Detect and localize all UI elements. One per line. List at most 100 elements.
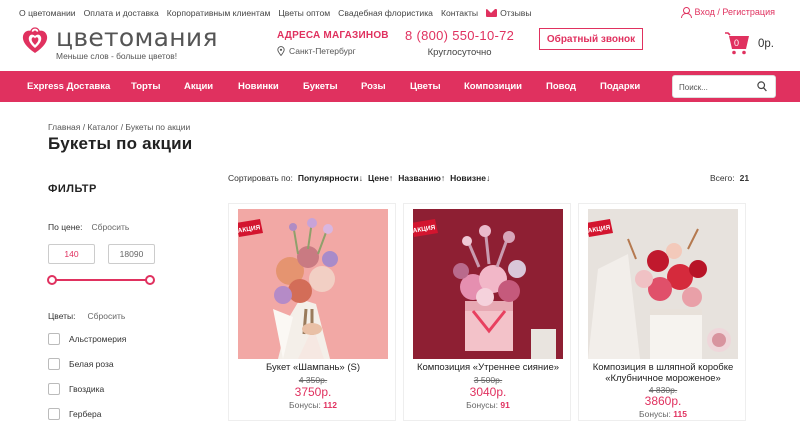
toplink-corporate[interactable]: Корпоративным клиентам (167, 8, 271, 18)
toplink-about[interactable]: О цветомании (19, 8, 76, 18)
bonus-value: 115 (673, 409, 687, 419)
flowers-filter-header: Цветы: Сбросить (48, 311, 125, 321)
location-pin-icon (277, 46, 285, 56)
toplink-wholesale[interactable]: Цветы оптом (278, 8, 330, 18)
store-addresses[interactable]: АДРЕСА МАГАЗИНОВ Санкт-Петербург (277, 30, 389, 56)
logo-rose-icon (22, 27, 48, 53)
price-reset-link[interactable]: Сбросить (91, 222, 129, 232)
logo-name: цветомания (56, 23, 218, 52)
flower-option-label: Альстромерия (69, 334, 127, 344)
sort-name[interactable]: Названию↑ (398, 173, 445, 183)
product-image[interactable]: АКЦИЯ (238, 209, 388, 359)
sale-badge: АКЦИЯ (413, 219, 438, 237)
nav-compositions[interactable]: Композиции (464, 81, 522, 92)
cart-count: 0 (733, 38, 739, 48)
search-box (672, 75, 776, 98)
price-label: По цене: (48, 222, 83, 232)
city-selector[interactable]: Санкт-Петербург (277, 46, 389, 56)
nav-new[interactable]: Новинки (238, 81, 279, 92)
product-bonus: Бонусы: 91 (404, 400, 572, 410)
sort-popularity[interactable]: Популярности↓ (298, 173, 363, 183)
product-image[interactable]: АКЦИЯ (413, 209, 563, 359)
product-card[interactable]: АКЦИЯ Композиция в шляпной коробке «Клуб… (578, 203, 746, 421)
login-link[interactable]: Вход / Регистрация (680, 7, 775, 18)
bonus-value: 91 (500, 400, 510, 410)
nav-express[interactable]: Express Доставка (27, 81, 110, 92)
total-value: 21 (739, 173, 750, 183)
product-name[interactable]: Композиция в шляпной коробке (579, 362, 747, 373)
envelope-icon (486, 9, 498, 17)
product-price: 3040р. (469, 385, 507, 399)
phone-block: 8 (800) 550-10-72 Круглосуточно (405, 28, 514, 58)
cart-sum: 0р. (758, 38, 774, 50)
product-card[interactable]: АКЦИЯ Букет «Шампань» (S) 4 350р. 3750р.… (228, 203, 396, 421)
total-label: Всего: (710, 173, 735, 183)
flowers-reset-link[interactable]: Сбросить (88, 311, 126, 321)
product-bonus: Бонусы: 115 (579, 409, 747, 419)
sale-badge: АКЦИЯ (588, 219, 613, 237)
checkbox[interactable] (48, 358, 60, 370)
sale-badge: АКЦИЯ (238, 219, 263, 237)
total-count: Всего: 21 (710, 173, 749, 183)
logo-slogan: Меньше слов - больше цветов! (56, 51, 178, 61)
toplink-payment[interactable]: Оплата и доставка (84, 8, 159, 18)
search-icon[interactable] (757, 81, 767, 92)
checkbox[interactable] (48, 383, 60, 395)
header: цветомания Меньше слов - больше цветов! … (0, 23, 800, 70)
filter-title: ФИЛЬТР (48, 183, 97, 195)
flower-option[interactable]: Гвоздика (48, 383, 104, 395)
nav-cakes[interactable]: Торты (131, 81, 160, 92)
toplink-reviews[interactable]: Отзывы (486, 8, 532, 18)
cart-button[interactable]: 0 (724, 31, 750, 55)
sort-bar: Сортировать по: Популярности↓ Цене↑ Назв… (228, 173, 490, 183)
flower-option[interactable]: Альстромерия (48, 333, 126, 345)
product-name[interactable]: Букет «Шампань» (S) (229, 362, 397, 373)
checkbox[interactable] (48, 333, 60, 345)
nav-roses[interactable]: Розы (361, 81, 386, 92)
product-image[interactable]: АКЦИЯ (588, 209, 738, 359)
main-nav: Express Доставка Торты Акции Новинки Бук… (0, 71, 800, 102)
breadcrumb[interactable]: Главная / Каталог / Букеты по акции (48, 122, 190, 132)
sort-price[interactable]: Цене↑ (368, 173, 393, 183)
toplink-contacts[interactable]: Контакты (441, 8, 478, 18)
nav-gifts[interactable]: Подарки (600, 81, 640, 92)
callback-button[interactable]: Обратный звонок (539, 28, 643, 50)
nav-occasion[interactable]: Повод (546, 81, 576, 92)
logo[interactable]: цветомания Меньше слов - больше цветов! (20, 23, 218, 61)
price-slider-track[interactable] (52, 279, 150, 281)
sort-newest[interactable]: Новизне↓ (450, 173, 490, 183)
product-name[interactable]: Композиция «Утреннее сияние» (404, 362, 572, 373)
search-input[interactable] (679, 81, 755, 93)
flower-option-label: Белая роза (69, 359, 114, 369)
product-price: 3750р. (294, 385, 332, 399)
flowers-label: Цветы: (48, 311, 76, 321)
price-slider-max-handle[interactable] (145, 275, 155, 285)
flower-option-label: Гвоздика (69, 384, 105, 394)
flower-option[interactable]: Белая роза (48, 358, 114, 370)
product-old-price: 4 350р. (298, 375, 328, 385)
price-slider-min-handle[interactable] (47, 275, 57, 285)
bonus-label: Бонусы: (466, 400, 499, 410)
price-max-input[interactable]: 18090 (108, 244, 155, 264)
product-name-line2[interactable]: «Клубничное мороженое» (579, 373, 747, 384)
sort-label: Сортировать по: (228, 173, 293, 183)
price-filter-header: По цене: Сбросить (48, 222, 129, 232)
price-min-input[interactable]: 140 (48, 244, 95, 264)
checkbox[interactable] (48, 408, 60, 420)
top-links: О цветомании Оплата и доставка Корпорати… (19, 8, 532, 18)
bonus-label: Бонусы: (289, 400, 321, 410)
nav-bouquets[interactable]: Букеты (303, 81, 338, 92)
toplink-wedding[interactable]: Свадебная флористика (338, 8, 433, 18)
phone-number[interactable]: 8 (800) 550-10-72 (405, 28, 514, 43)
user-icon (680, 7, 692, 18)
flower-option[interactable]: Гербера (48, 408, 101, 420)
reviews-label: Отзывы (500, 8, 532, 18)
stores-title: АДРЕСА МАГАЗИНОВ (277, 30, 389, 41)
login-label: Вход / Регистрация (694, 7, 775, 17)
nav-flowers[interactable]: Цветы (410, 81, 441, 92)
product-card[interactable]: АКЦИЯ Композиция «Утреннее сияние» 3 500… (403, 203, 571, 421)
product-price: 3860р. (644, 394, 682, 408)
phone-hours: Круглосуточно (427, 47, 492, 58)
bonus-value: 112 (323, 400, 337, 410)
nav-sales[interactable]: Акции (184, 81, 213, 92)
